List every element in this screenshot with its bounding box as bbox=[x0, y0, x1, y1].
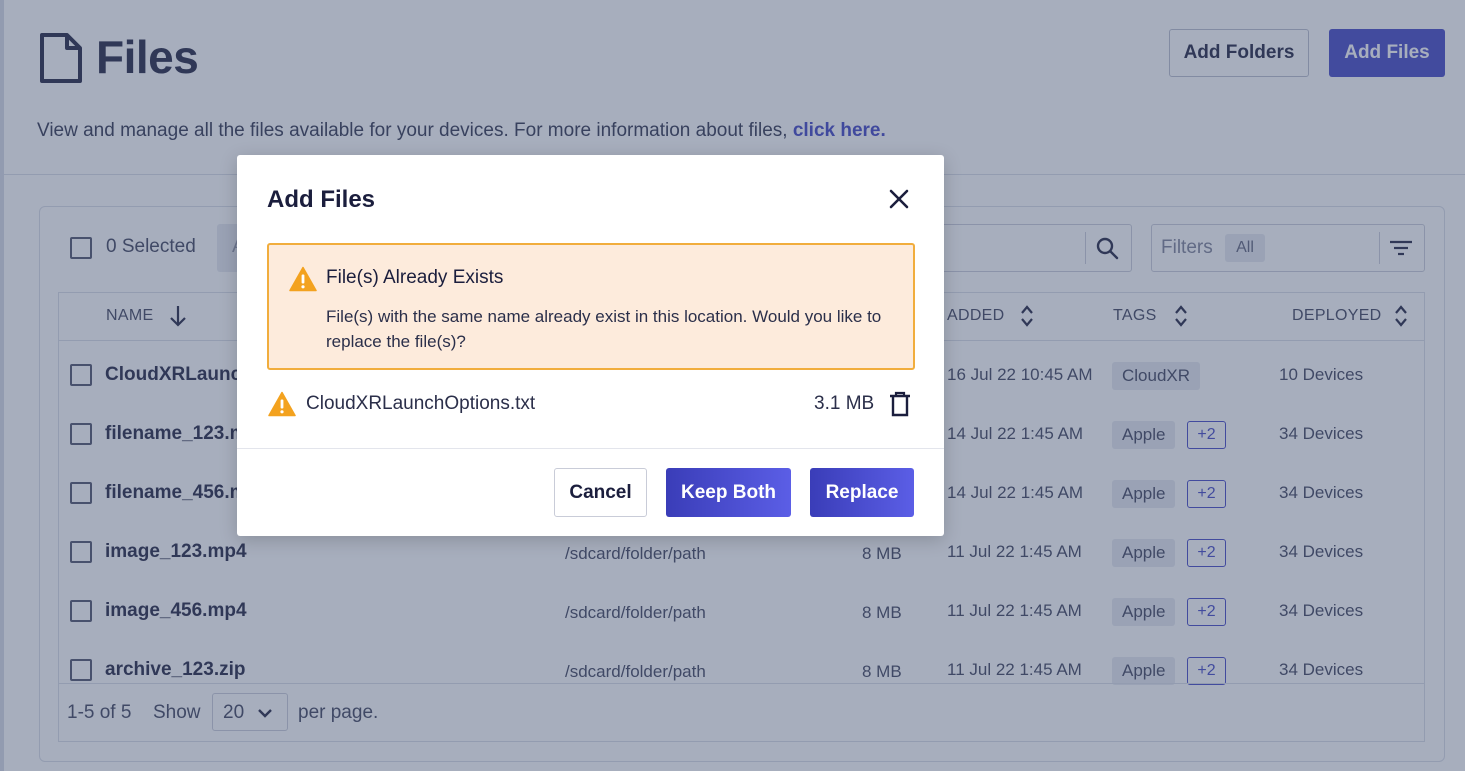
alert-message: File(s) with the same name already exist… bbox=[326, 307, 882, 351]
cancel-button[interactable]: Cancel bbox=[554, 468, 647, 517]
close-icon[interactable] bbox=[888, 188, 910, 210]
alert-title: File(s) Already Exists bbox=[326, 267, 504, 288]
keep-both-button[interactable]: Keep Both bbox=[666, 468, 791, 517]
file-exists-alert: File(s) Already Exists File(s) with the … bbox=[267, 243, 915, 370]
trash-icon[interactable] bbox=[889, 391, 911, 417]
modal-footer-divider bbox=[237, 448, 944, 449]
warning-icon bbox=[268, 391, 296, 417]
modal-title: Add Files bbox=[267, 186, 376, 213]
conflict-file-name: CloudXRLaunchOptions.txt bbox=[306, 393, 536, 414]
replace-button[interactable]: Replace bbox=[810, 468, 914, 517]
warning-icon bbox=[289, 266, 317, 292]
add-files-modal: Add Files File(s) Already Exists File(s)… bbox=[237, 155, 944, 536]
conflict-file-size: 3.1 MB bbox=[814, 393, 875, 414]
